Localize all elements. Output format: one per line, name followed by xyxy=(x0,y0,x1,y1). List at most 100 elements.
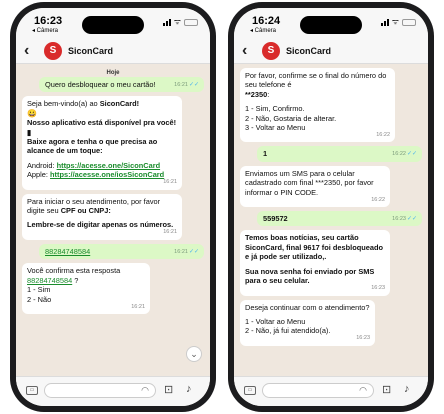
message-out[interactable]: 559572 16:23✓✓ xyxy=(257,211,422,227)
back-to-camera-link[interactable]: ◂ Câmera xyxy=(250,27,276,34)
dynamic-island xyxy=(300,16,362,34)
smile-emoji-icon: 😀 xyxy=(27,108,37,118)
message-text: Você confirma esta resposta xyxy=(27,266,121,276)
message-time: 16:22 xyxy=(371,196,385,203)
battery-icon xyxy=(402,18,416,26)
message-text: 1 - Sim xyxy=(27,285,51,295)
message-in[interactable]: Por favor, confirme se o final do número… xyxy=(240,68,395,143)
message-time: 16:21✓✓ xyxy=(174,248,199,255)
message-text: Apple: xyxy=(27,170,51,180)
android-link[interactable]: https://acesse.one/SiconCard xyxy=(57,161,161,170)
chat-header: ‹ S SiconCard xyxy=(16,38,210,64)
message-time: 16:21 xyxy=(163,179,177,186)
message-out[interactable]: 1 16:22✓✓ xyxy=(257,146,422,162)
message-in[interactable]: Você confirma esta resposta 88284748584 … xyxy=(22,263,150,314)
input-bar: ▭ ◠ ⊡ ♪ xyxy=(234,376,428,406)
message-text: Deseja continuar com o atendimento? xyxy=(245,302,370,312)
message-text: Lembre-se de digitar apenas os números. xyxy=(27,220,174,230)
message-text: Enviamos um SMS para o celular cadastrad… xyxy=(245,168,374,197)
message-text: ? xyxy=(72,275,79,285)
message-in[interactable]: Enviamos um SMS para o celular cadastrad… xyxy=(240,165,390,208)
microphone-icon[interactable]: ♪ xyxy=(404,383,410,395)
message-time: 16:22✓✓ xyxy=(392,151,417,158)
message-text: **2350 xyxy=(245,89,268,99)
keyboard-icon[interactable]: ▭ xyxy=(244,386,256,395)
back-to-camera-link[interactable]: ◂ Câmera xyxy=(32,27,58,34)
message-text: Baixe agora e tenha o que precisa ao alc… xyxy=(27,137,158,156)
input-bar: ▭ ◠ ⊡ ♪ xyxy=(16,376,210,406)
status-icons: ᯤ xyxy=(162,17,198,26)
date-chip: Hoje xyxy=(106,70,120,76)
message-in[interactable]: Deseja continuar com o atendimento? 1 - … xyxy=(240,299,375,346)
message-in[interactable]: Temos boas notícias, seu cartão SiconCar… xyxy=(240,230,390,296)
read-receipt-icon: ✓✓ xyxy=(406,216,417,223)
wifi-icon: ᯤ xyxy=(391,17,399,26)
message-text: 1 xyxy=(263,149,268,159)
message-time: 16:21 xyxy=(163,229,177,236)
message-text: 2 - Não, Gostaria de alterar. xyxy=(245,113,337,123)
dynamic-island xyxy=(82,16,144,34)
message-text: 559572 xyxy=(263,214,288,224)
message-link[interactable]: 88284748584 xyxy=(45,247,90,256)
message-out[interactable]: Quero desbloquear o meu cartão! 16:21✓✓ xyxy=(39,77,204,93)
message-in[interactable]: Seja bem-vindo(a) ao SiconCard! 😀 Nosso … xyxy=(22,96,182,190)
message-text: Seja bem-vindo(a) ao xyxy=(27,99,100,109)
chat-area[interactable]: Por favor, confirme se o final do número… xyxy=(234,64,428,376)
message-time: 16:22 xyxy=(376,132,390,139)
message-text: Android: xyxy=(27,160,57,170)
battery-icon xyxy=(184,18,198,26)
message-text: Por favor, confirme se o final do número… xyxy=(245,71,387,90)
camera-icon[interactable]: ⊡ xyxy=(164,383,173,396)
screen-left: 16:23 ◂ Câmera ᯤ ‹ S SiconCard Hoje Quer… xyxy=(16,8,210,406)
read-receipt-icon: ✓✓ xyxy=(406,151,417,158)
message-time: 16:23 xyxy=(371,285,385,292)
message-text: 2 - Não xyxy=(27,294,52,304)
microphone-icon[interactable]: ♪ xyxy=(186,383,192,395)
status-time: 16:23 xyxy=(34,15,63,27)
contact-name[interactable]: SiconCard xyxy=(68,46,113,56)
message-time: 16:23✓✓ xyxy=(392,216,417,223)
message-text: : xyxy=(267,89,270,99)
screen-right: 16:24 ◂ Câmera ᯤ ‹ S SiconCard Por favor… xyxy=(234,8,428,406)
message-time: 16:21 xyxy=(131,303,145,310)
message-text: CPF ou CNPJ: xyxy=(60,206,111,216)
wifi-icon: ᯤ xyxy=(173,17,181,26)
message-text: Temos boas notícias, seu cartão SiconCar… xyxy=(245,233,383,262)
status-time: 16:24 xyxy=(252,15,281,27)
read-receipt-icon: ✓✓ xyxy=(188,248,199,255)
keyboard-icon[interactable]: ▭ xyxy=(26,386,38,395)
phone-left: 16:23 ◂ Câmera ᯤ ‹ S SiconCard Hoje Quer… xyxy=(10,2,216,412)
message-in[interactable]: Para iniciar o seu atendimento, por favo… xyxy=(22,193,182,240)
message-text: 2 - Não, já fui atendido(a). xyxy=(245,326,331,336)
chat-header: ‹ S SiconCard xyxy=(234,38,428,64)
contact-name[interactable]: SiconCard xyxy=(286,46,331,56)
chat-area[interactable]: Hoje Quero desbloquear o meu cartão! 16:… xyxy=(16,64,210,376)
message-time: 16:21✓✓ xyxy=(174,82,199,88)
back-icon[interactable]: ‹ xyxy=(242,42,256,60)
message-text: Quero desbloquear o meu cartão! xyxy=(45,80,156,89)
message-text: 1 - Voltar ao Menu xyxy=(245,316,306,326)
signal-icon xyxy=(162,18,171,26)
read-receipt-icon: ✓✓ xyxy=(188,82,199,88)
avatar[interactable]: S xyxy=(44,41,62,60)
phone-right: 16:24 ◂ Câmera ᯤ ‹ S SiconCard Por favor… xyxy=(228,2,434,412)
status-icons: ᯤ xyxy=(380,17,416,26)
apple-link[interactable]: https://acesse.one/iosSiconCard xyxy=(50,170,164,179)
message-text: 1 - Sim, Confirmo. xyxy=(245,104,305,114)
message-time: 16:23 xyxy=(356,335,370,342)
message-text: Sua nova senha foi enviado por SMS para … xyxy=(245,266,375,286)
signal-icon xyxy=(380,18,389,26)
message-out[interactable]: 88284748584 16:21✓✓ xyxy=(39,243,204,260)
scroll-down-button[interactable]: ⌄ xyxy=(186,346,202,362)
back-icon[interactable]: ‹ xyxy=(24,42,38,60)
camera-icon[interactable]: ⊡ xyxy=(382,383,391,396)
message-text: Nosso aplicativo está disponível pra voc… xyxy=(27,118,177,137)
message-text: 3 - Voltar ao Menu xyxy=(245,123,306,133)
message-input[interactable]: ◠ xyxy=(44,383,156,398)
sticker-icon[interactable]: ◠ xyxy=(359,385,367,396)
message-link[interactable]: 88284748584 xyxy=(27,276,72,285)
message-text: SiconCard! xyxy=(99,99,140,109)
message-input[interactable]: ◠ xyxy=(262,383,374,398)
avatar[interactable]: S xyxy=(262,41,280,60)
sticker-icon[interactable]: ◠ xyxy=(141,385,149,396)
